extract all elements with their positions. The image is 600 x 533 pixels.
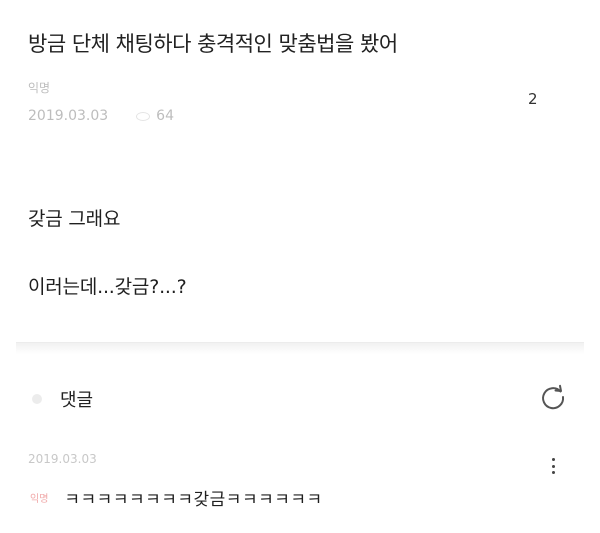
- post-date: 2019.03.03: [28, 108, 109, 124]
- post-meta: 2019.03.03 64: [28, 108, 174, 124]
- section-divider: [16, 342, 584, 354]
- post-body-line: 갖금 그래요: [28, 208, 121, 230]
- post-title: 방금 단체 채팅하다 충격적인 맞춤법을 봤어: [28, 32, 398, 56]
- comment-icon: [32, 394, 42, 404]
- comment-text: ㅋㅋㅋㅋㅋㅋㅋㅋ갖금ㅋㅋㅋㅋㅋㅋ: [64, 490, 323, 510]
- post-author: 익명: [28, 81, 51, 95]
- like-count[interactable]: 2: [528, 90, 538, 108]
- more-options-icon[interactable]: [548, 458, 558, 474]
- comment-date: 2019.03.03: [28, 452, 97, 466]
- post-page: 방금 단체 채팅하다 충격적인 맞춤법을 봤어 익명 2019.03.03 64…: [0, 0, 600, 533]
- comment-author: 익명: [30, 494, 49, 505]
- dot: [551, 458, 555, 461]
- comment-header-label: 댓글: [60, 390, 94, 411]
- view-count: 64: [156, 108, 174, 124]
- dot: [551, 464, 555, 468]
- comment-section-header: 댓글: [32, 386, 93, 412]
- refresh-icon[interactable]: [538, 382, 568, 412]
- eye-icon: [136, 111, 151, 121]
- dot: [551, 471, 555, 474]
- post-body-line: 이러는데...갖금?...?: [28, 276, 187, 298]
- comment-item: 익명 ㅋㅋㅋㅋㅋㅋㅋㅋ갖금ㅋㅋㅋㅋㅋㅋ: [30, 485, 323, 510]
